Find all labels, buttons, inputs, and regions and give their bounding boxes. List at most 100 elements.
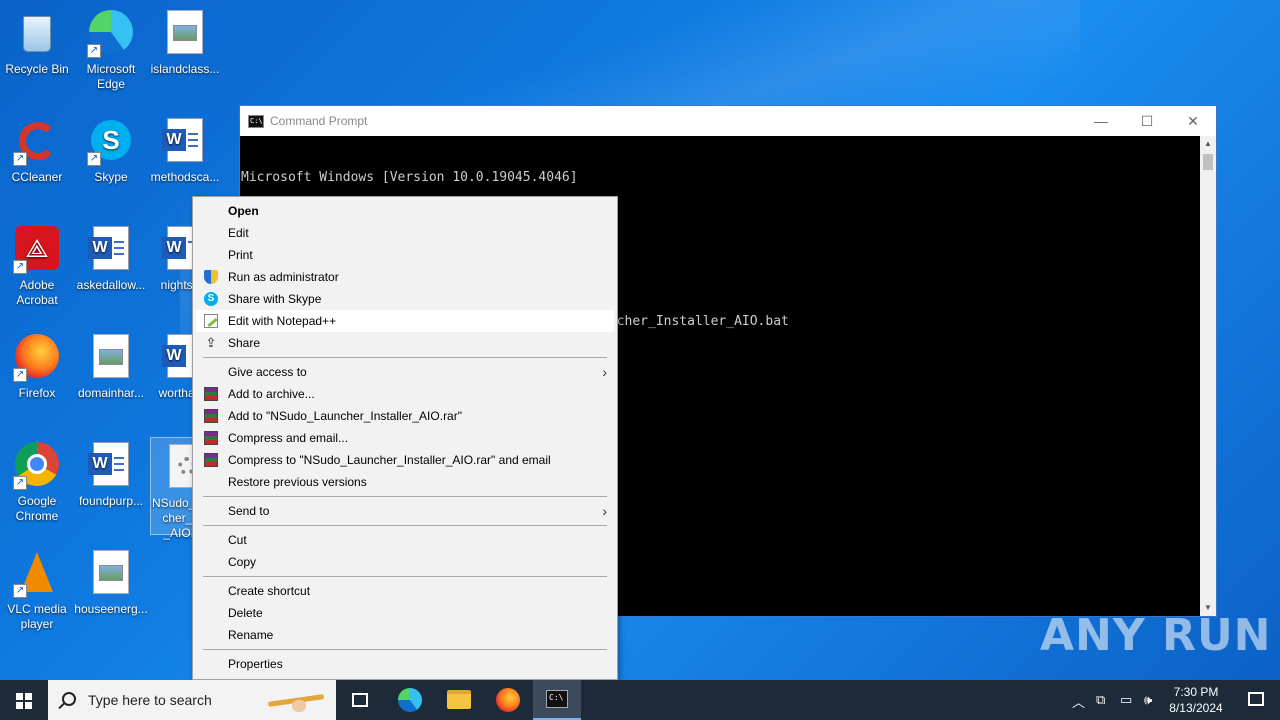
winrar-icon — [204, 453, 218, 467]
menu-item-delete[interactable]: Delete — [193, 602, 617, 624]
menu-item-restore-previous-versions[interactable]: Restore previous versions — [193, 471, 617, 493]
icon-label: islandclass... — [150, 62, 220, 76]
menu-item-properties[interactable]: Properties — [193, 653, 617, 675]
shortcut-arrow-icon: ↗ — [13, 368, 27, 382]
menu-item-compress-and-email[interactable]: Compress and email... — [193, 427, 617, 449]
shortcut-arrow-icon: ↗ — [13, 260, 27, 274]
menu-item-label: Properties — [228, 657, 283, 671]
taskbar: Type here to search C:\ ︿ ⧉ ▭ 🕪 7:30 PM … — [0, 680, 1280, 720]
window-title: Command Prompt — [270, 114, 368, 128]
device-icon[interactable]: ⧉ — [1096, 692, 1105, 708]
image-file-icon — [161, 10, 209, 58]
share-icon: ⇪ — [205, 335, 217, 350]
vlc-icon: ↗ — [13, 550, 61, 598]
menu-separator — [203, 649, 607, 650]
desktop-icon-word-foundpurp[interactable]: W foundpurp... — [74, 436, 148, 509]
scroll-thumb[interactable] — [1203, 154, 1213, 170]
menu-item-edit[interactable]: Edit — [193, 222, 617, 244]
start-button[interactable] — [0, 680, 48, 720]
menu-item-label: Share with Skype — [228, 292, 322, 306]
winrar-icon — [204, 431, 218, 445]
chevron-right-icon: › — [602, 364, 607, 380]
menu-item-label: Compress to "NSudo_Launcher_Installer_AI… — [228, 453, 551, 467]
menu-item-share[interactable]: ⇪ Share — [193, 332, 617, 354]
close-button[interactable]: ✕ — [1170, 106, 1216, 136]
menu-item-edit-with-notepad-plus-plus[interactable]: Edit with Notepad++ — [196, 310, 614, 332]
chevron-up-icon[interactable]: ︿ — [1072, 692, 1085, 711]
desktop-icon-word-methodsca[interactable]: W methodsca... — [148, 112, 222, 185]
volume-icon[interactable]: 🕪 — [1144, 692, 1152, 708]
menu-item-add-to-archive[interactable]: Add to archive... — [193, 383, 617, 405]
maximize-button[interactable]: ☐ — [1124, 106, 1170, 136]
notification-center-icon[interactable] — [1248, 692, 1264, 706]
menu-item-create-shortcut[interactable]: Create shortcut — [193, 580, 617, 602]
search-icon — [62, 692, 76, 706]
skype-icon: S ↗ — [87, 118, 135, 166]
menu-item-label: Compress and email... — [228, 431, 349, 445]
task-view-button[interactable] — [336, 680, 384, 720]
icon-label: Recycle Bin — [5, 62, 69, 76]
icon-label: Skype — [94, 170, 128, 184]
menu-item-print[interactable]: Print — [193, 244, 617, 266]
uac-shield-icon — [204, 270, 218, 284]
menu-item-label: Send to — [228, 504, 270, 518]
desktop-icon-vlc[interactable]: ↗ VLC media player — [0, 544, 74, 632]
firefox-icon — [496, 688, 520, 712]
scroll-up-arrow-icon[interactable]: ▲ — [1200, 136, 1216, 152]
menu-item-label: Edit with Notepad++ — [228, 314, 337, 328]
menu-item-rename[interactable]: Rename — [193, 624, 617, 646]
menu-item-label: Create shortcut — [228, 584, 311, 598]
taskbar-firefox[interactable] — [484, 680, 532, 720]
taskbar-search-box[interactable]: Type here to search — [48, 680, 336, 720]
taskbar-file-explorer[interactable] — [435, 680, 483, 720]
desktop-icon-firefox[interactable]: ↗ Firefox — [0, 328, 74, 401]
desktop-icon-word-askedallow[interactable]: W askedallow... — [74, 220, 148, 293]
icon-label: Adobe Acrobat — [16, 278, 58, 307]
chrome-icon: ↗ — [13, 442, 61, 490]
edge-icon — [398, 688, 422, 712]
menu-item-open[interactable]: Open — [193, 200, 617, 222]
menu-item-label: Add to "NSudo_Launcher_Installer_AIO.rar… — [228, 409, 462, 423]
icon-label: VLC media player — [7, 602, 67, 631]
menu-item-compress-to-rar-and-email[interactable]: Compress to "NSudo_Launcher_Installer_AI… — [193, 449, 617, 471]
menu-item-give-access-to[interactable]: Give access to › — [193, 361, 617, 383]
menu-item-send-to[interactable]: Send to › — [193, 500, 617, 522]
window-titlebar[interactable]: C:\ Command Prompt — ☐ ✕ — [240, 106, 1216, 136]
menu-separator — [203, 357, 607, 358]
menu-item-label: Copy — [228, 555, 257, 569]
menu-item-run-as-administrator[interactable]: Run as administrator — [193, 266, 617, 288]
cmd-window-icon: C:\ — [248, 114, 264, 128]
shortcut-arrow-icon: ↗ — [13, 152, 27, 166]
shortcut-arrow-icon: ↗ — [87, 152, 101, 166]
icon-label: Firefox — [18, 386, 56, 400]
desktop-icon-google-chrome[interactable]: ↗ Google Chrome — [0, 436, 74, 524]
taskbar-command-prompt[interactable]: C:\ — [533, 680, 581, 720]
network-icon[interactable]: ▭ — [1120, 692, 1132, 708]
folder-icon — [447, 690, 471, 709]
menu-item-label: Share — [228, 336, 261, 350]
desktop-icon-adobe-acrobat[interactable]: ⟁ ↗ Adobe Acrobat — [0, 220, 74, 308]
menu-item-copy[interactable]: Copy — [193, 551, 617, 573]
shortcut-arrow-icon: ↗ — [87, 44, 101, 58]
minimize-button[interactable]: — — [1078, 106, 1124, 136]
desktop-icon-houseenerg[interactable]: houseenerg... — [74, 544, 148, 617]
taskbar-edge[interactable] — [386, 680, 434, 720]
desktop-icon-islandclass[interactable]: islandclass... — [148, 4, 222, 77]
image-file-icon — [87, 334, 135, 382]
icon-label: Google Chrome — [15, 494, 59, 523]
desktop-icon-skype[interactable]: S ↗ Skype — [74, 112, 148, 185]
menu-item-share-with-skype[interactable]: S Share with Skype — [193, 288, 617, 310]
ccleaner-icon: ↗ — [13, 118, 61, 166]
desktop-icon-microsoft-edge[interactable]: ↗ Microsoft Edge — [74, 4, 148, 92]
shortcut-arrow-icon: ↗ — [13, 476, 27, 490]
menu-item-add-to-rar[interactable]: Add to "NSudo_Launcher_Installer_AIO.rar… — [193, 405, 617, 427]
cmd-icon: C:\ — [546, 690, 568, 708]
vertical-scrollbar[interactable]: ▲ ▼ — [1200, 136, 1216, 616]
menu-item-cut[interactable]: Cut — [193, 529, 617, 551]
image-file-icon — [87, 550, 135, 598]
taskbar-clock[interactable]: 7:30 PM 8/13/2024 — [1164, 684, 1228, 716]
notepad-plus-plus-icon — [204, 314, 218, 328]
desktop-icon-ccleaner[interactable]: ↗ CCleaner — [0, 112, 74, 185]
desktop-icon-recycle-bin[interactable]: Recycle Bin — [0, 4, 74, 77]
desktop-icon-domainhar[interactable]: domainhar... — [74, 328, 148, 401]
